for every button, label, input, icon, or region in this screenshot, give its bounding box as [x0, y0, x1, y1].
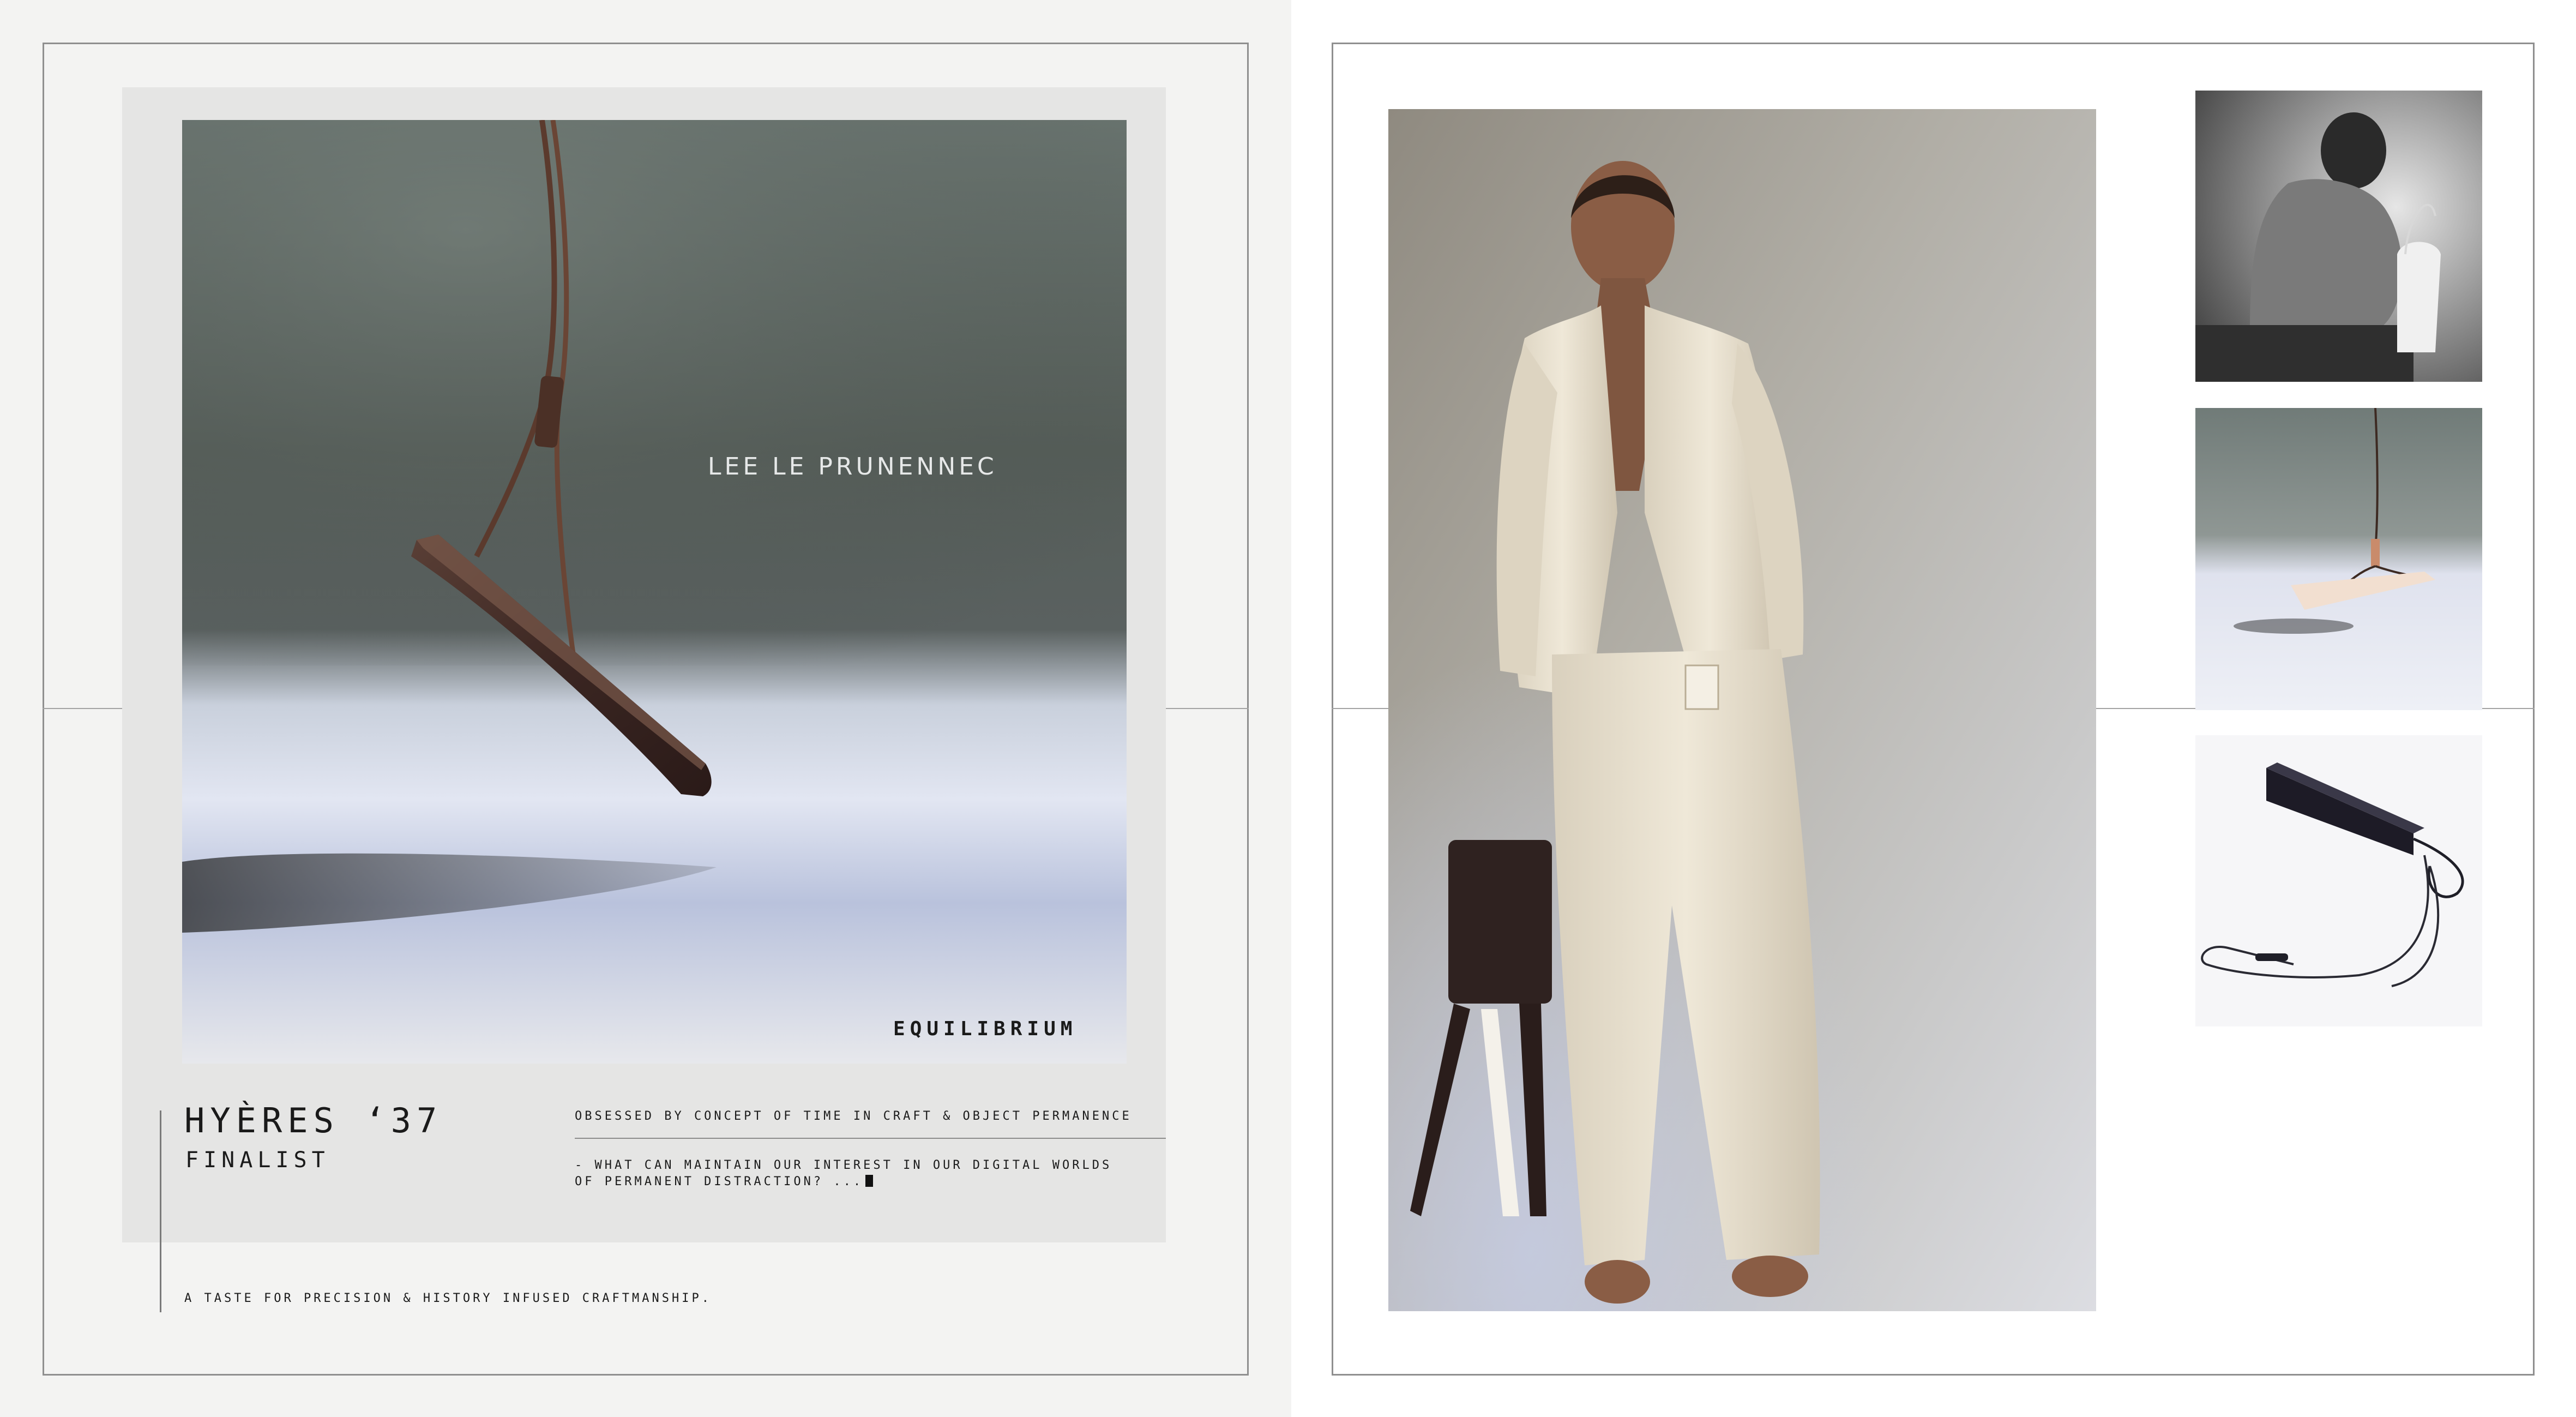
statement-divider — [575, 1138, 1166, 1139]
dark-bag-with-cord-illustration — [2195, 735, 2482, 1026]
statement-headline: OBSESSED BY CONCEPT OF TIME IN CRAFT & O… — [575, 1109, 1132, 1123]
statement-question-line-2: OF PERMANENT DISTRACTION? ... — [575, 1175, 874, 1188]
hanging-leather-bag-illustration — [182, 120, 1127, 1064]
model-in-cream-suit-illustration — [1388, 109, 2096, 1311]
event-title: HYÈRES ‘37 — [184, 1101, 443, 1140]
bw-portrait-illustration — [2195, 91, 2482, 382]
main-model-photo — [1388, 109, 2096, 1311]
thumbnail-suspended-bag — [2195, 408, 2482, 710]
suspended-bag-illustration — [2195, 408, 2482, 710]
statement-question-line-1: - WHAT CAN MAINTAIN OUR INTEREST IN OUR … — [575, 1158, 1112, 1172]
artist-name: LEE LE PRUNENNEC — [708, 453, 997, 481]
collection-label: EQUILIBRIUM — [893, 1018, 1078, 1040]
tagline: A TASTE FOR PRECISION & HISTORY INFUSED … — [184, 1292, 712, 1305]
thumbnail-dark-bag — [2195, 735, 2482, 1026]
text-cursor-icon — [865, 1175, 874, 1187]
thumbnail-bw-portrait — [2195, 91, 2482, 382]
left-vertical-rule — [160, 1110, 161, 1312]
hero-product-photo — [182, 120, 1127, 1064]
event-subtitle: FINALIST — [185, 1148, 330, 1173]
statement-question-text: OF PERMANENT DISTRACTION? ... — [575, 1175, 864, 1188]
